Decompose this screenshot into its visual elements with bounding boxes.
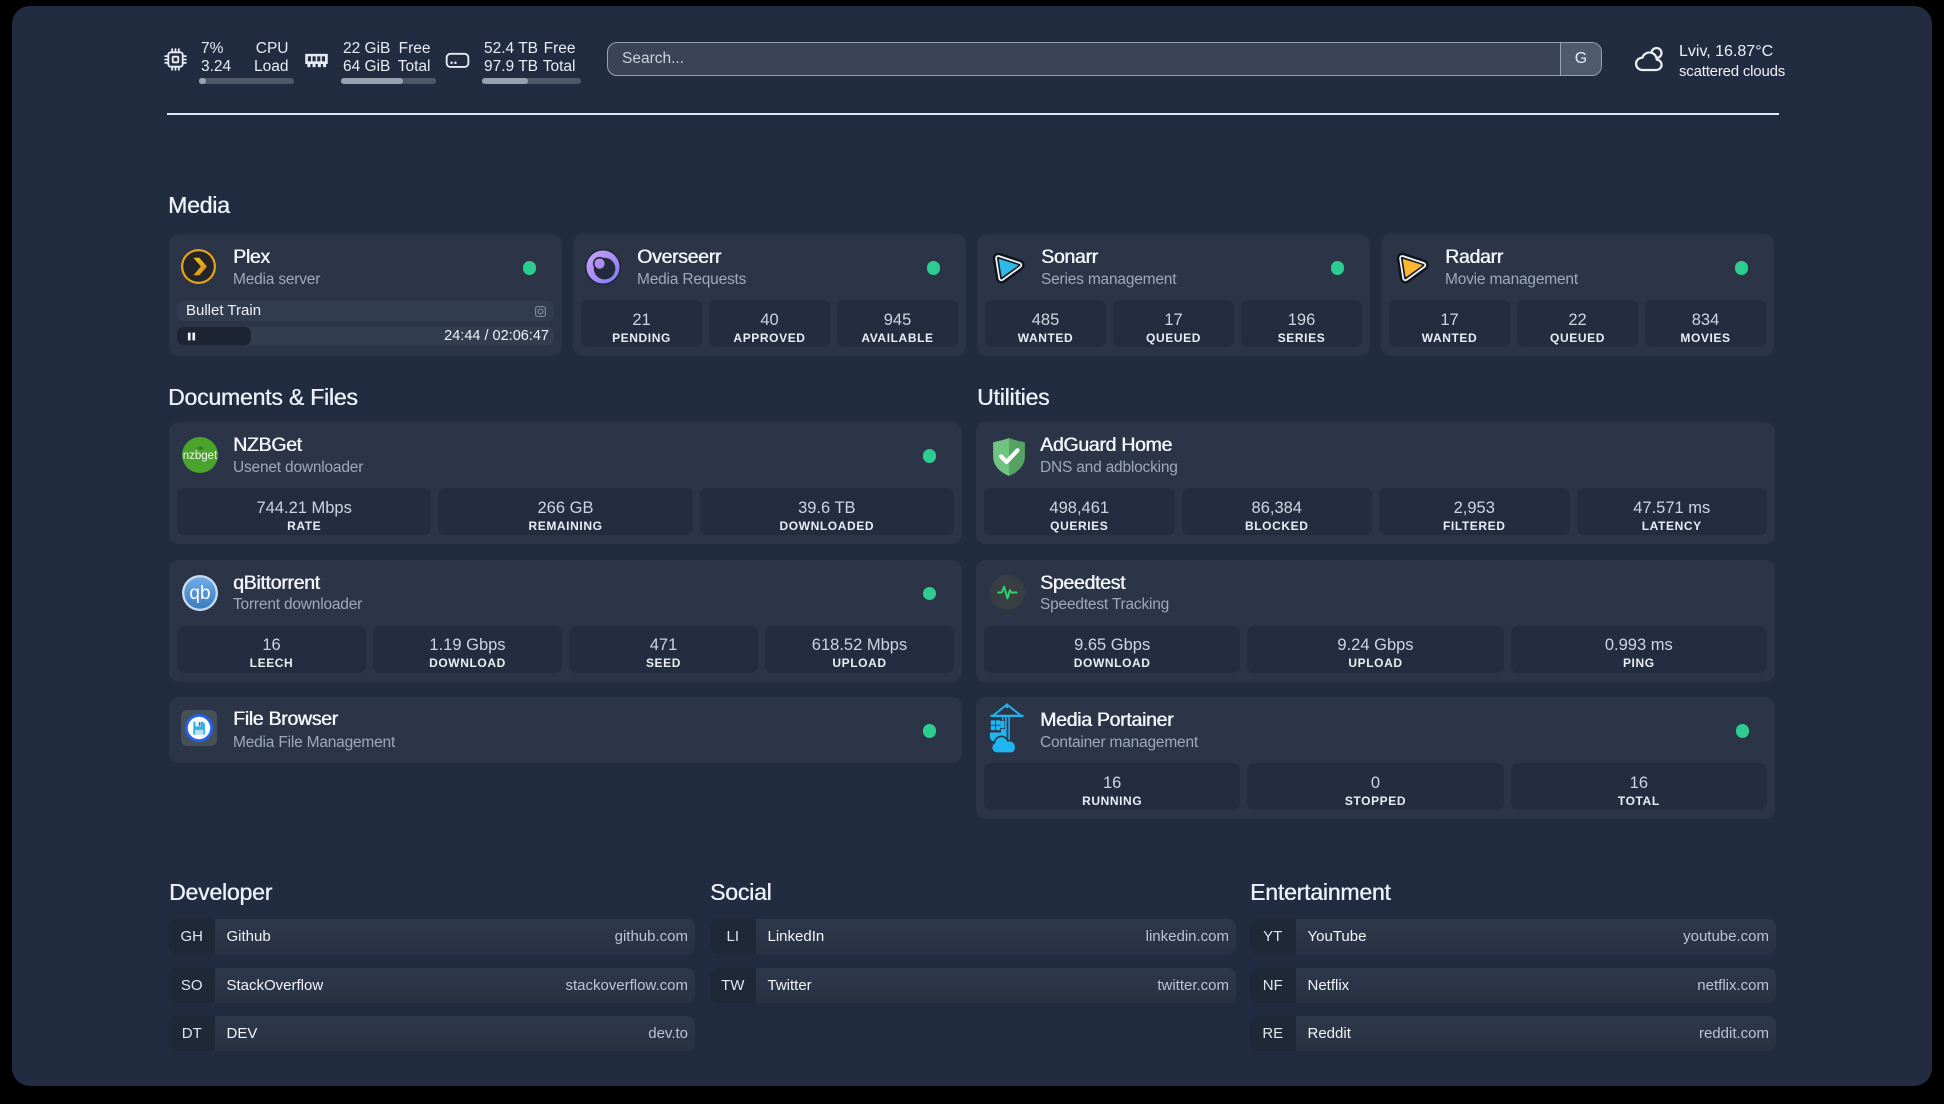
svg-text:qb: qb <box>189 583 210 604</box>
svg-text:nzbget: nzbget <box>183 450 218 462</box>
